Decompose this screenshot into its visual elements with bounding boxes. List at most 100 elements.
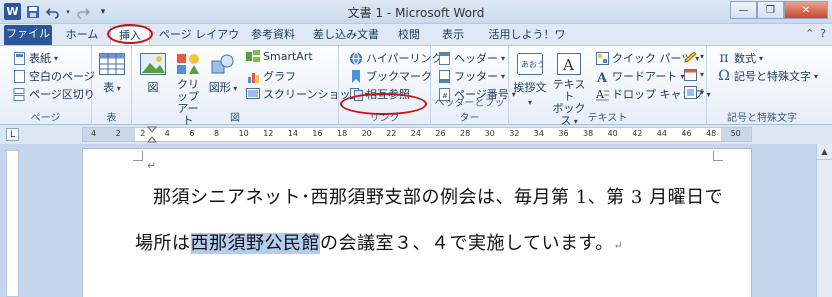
footer-button[interactable]: フッター <box>437 68 505 84</box>
tab-mailings[interactable]: 差し込み文書 <box>312 26 380 45</box>
drop-cap-icon: A <box>595 88 609 101</box>
wordart-button[interactable]: A ワードアート <box>595 68 684 84</box>
document-paragraph-line-2[interactable]: 場所は西那須野公民館の会議室３、４で実施しています。↵ <box>135 229 623 255</box>
ruler-tick-label: 50 <box>730 129 741 138</box>
hyperlink-button[interactable]: ハイパーリンク <box>349 50 443 66</box>
tab-home[interactable]: ホーム <box>64 26 100 45</box>
ruler-tick-label: 2 <box>140 129 146 138</box>
vertical-ruler[interactable] <box>6 150 19 297</box>
blank-page-button[interactable]: 空白のページ <box>12 68 95 84</box>
window-title: 文書 1 - Microsoft Word <box>347 6 485 20</box>
group-label-header-footer: ヘッダーとフッター <box>434 98 505 124</box>
ruler-tick-label: 2 <box>115 129 121 138</box>
selected-text[interactable]: 西那須野公民館 <box>190 233 320 254</box>
tab-review[interactable]: 校閲 <box>396 26 422 45</box>
shapes-button[interactable]: 図形 <box>208 50 238 95</box>
group-label-text: テキスト <box>587 113 628 124</box>
ruler-tick-label: 10 <box>238 129 249 138</box>
svg-text:A: A <box>596 88 605 101</box>
pi-icon: π <box>719 50 729 66</box>
picture-button[interactable]: 図 <box>138 50 168 95</box>
ruler-tick-label: 24 <box>410 129 421 138</box>
ruler-tick-label: 40 <box>607 129 618 138</box>
ruler-tick-label: 30 <box>484 129 495 138</box>
ruler-tick-label: 8 <box>214 129 220 138</box>
object-icon <box>683 86 697 99</box>
minimize-button[interactable]: — <box>730 1 757 19</box>
scroll-up-arrow-icon[interactable]: ▲ <box>817 144 832 160</box>
paragraph-mark: ↵ <box>147 159 157 172</box>
table-button[interactable]: 表 <box>96 50 128 95</box>
maximize-button[interactable]: ❐ <box>757 1 784 19</box>
document-paragraph-line-1[interactable]: 那須シニアネット･西那須野支部の例会は、毎月第 1、第 3 月曜日で <box>153 183 723 209</box>
group-label-pages: ページ <box>30 113 61 124</box>
document-workspace: ↵ 那須シニアネット･西那須野支部の例会は、毎月第 1、第 3 月曜日で 場所は… <box>0 144 832 297</box>
help-icon[interactable]: ? <box>820 27 826 40</box>
ruler-tick-label: 22 <box>386 129 397 138</box>
indent-marker-icon[interactable] <box>147 126 157 143</box>
tab-row-icons: ⌃ ? <box>805 27 826 40</box>
ruler-tick-label: 38 <box>583 129 594 138</box>
omega-icon: Ω <box>718 68 730 84</box>
minimize-ribbon-icon[interactable]: ⌃ <box>805 27 814 40</box>
ribbon: 表紙 空白のページ ページ区切り ページ 表 表 図 クリップ アート <box>0 45 832 127</box>
symbol-button[interactable]: Ω 記号と特殊文字 <box>717 68 818 84</box>
equation-button[interactable]: π 数式 <box>717 50 763 66</box>
chart-button[interactable]: グラフ <box>246 68 296 84</box>
tab-custom[interactable]: 活用しよう！ワード <box>486 26 568 59</box>
svg-text:あおう: あおう <box>521 60 543 69</box>
group-tables: 表 表 <box>92 46 132 125</box>
group-text: あおう 挨拶文 A テキスト ボックス クイック パーツ A ワードアート A … <box>509 46 707 127</box>
svg-text:A: A <box>596 71 608 83</box>
ruler-tick-label: 46 <box>681 129 692 138</box>
ruler-tick-label: 36 <box>558 129 569 138</box>
tab-file[interactable]: ファイル <box>4 25 52 45</box>
footer-icon <box>437 69 451 83</box>
page-break-button[interactable]: ページ区切り <box>12 86 95 102</box>
smartart-icon <box>246 50 260 63</box>
annotation-circle-insert-tab <box>107 24 153 44</box>
cover-page-icon <box>12 51 26 65</box>
vertical-scrollbar[interactable]: ▲ <box>816 144 832 297</box>
header-button[interactable]: ヘッダー <box>437 50 505 66</box>
ruler-tick-label: 6 <box>189 129 195 138</box>
signature-line-icon <box>683 50 697 63</box>
ruler-tick-label: 42 <box>632 129 643 138</box>
tab-page-layout[interactable]: ページ レイアウト <box>158 26 240 59</box>
margin-corner-mark <box>133 151 143 161</box>
text-run: 場所は <box>135 233 191 254</box>
cover-page-button[interactable]: 表紙 <box>12 50 58 66</box>
table-icon <box>97 50 127 78</box>
quick-parts-icon <box>595 51 609 65</box>
ruler-tick-label: 20 <box>361 129 372 138</box>
group-symbols: π 数式 Ω 記号と特殊文字 記号と特殊文字 <box>707 46 817 125</box>
wordart-icon: A <box>595 70 609 83</box>
tab-selector-icon[interactable]: L <box>6 128 19 141</box>
date-time-icon <box>683 68 697 81</box>
ruler-tick-label: 4 <box>91 129 97 138</box>
page-break-icon <box>12 87 26 101</box>
ruler-bar: 4 2 2 4 6 8 10 12 14 16 18 20 22 24 26 28 30 32 34 36 38 40 42… <box>0 125 832 144</box>
document-page[interactable]: ↵ 那須シニアネット･西那須野支部の例会は、毎月第 1、第 3 月曜日で 場所は… <box>82 148 752 297</box>
ruler-tick-label: 18 <box>337 129 348 138</box>
date-time-button[interactable] <box>683 68 704 81</box>
picture-icon <box>138 50 168 78</box>
group-illustrations: 図 クリップ アート 図形 SmartArt グラフ スクリーンショット 図 <box>132 46 361 127</box>
horizontal-ruler[interactable]: 4 2 2 4 6 8 10 12 14 16 18 20 22 24 26 28 30 32 34 36 38 40 42… <box>82 126 752 143</box>
ruler-tick-label: 12 <box>263 129 274 138</box>
margin-corner-mark <box>713 151 723 161</box>
object-button[interactable] <box>683 86 704 99</box>
tab-view[interactable]: 表示 <box>440 26 466 45</box>
smartart-button[interactable]: SmartArt <box>246 50 313 63</box>
text-run: の会議室３、４で実施しています。 <box>320 233 614 254</box>
tab-references[interactable]: 参考資料 <box>248 26 298 45</box>
signature-line-button[interactable] <box>683 50 704 63</box>
bookmark-button[interactable]: ブックマーク <box>349 68 432 84</box>
title-bar: W ▾ ▾ 文書 1 - Microsoft Word — ❐ ✕ <box>0 0 832 24</box>
screenshot-icon <box>246 87 260 101</box>
header-icon <box>437 51 451 65</box>
ruler-tick-label: 14 <box>287 129 298 138</box>
greeting-button[interactable]: あおう 挨拶文 <box>513 50 547 108</box>
close-button[interactable]: ✕ <box>784 1 828 19</box>
greeting-icon: あおう <box>515 50 545 78</box>
